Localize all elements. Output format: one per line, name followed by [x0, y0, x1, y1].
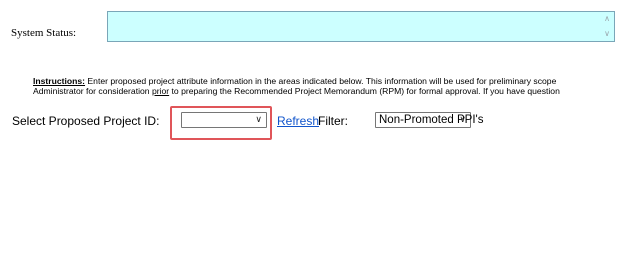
scroll-down-arrow-icon[interactable]: ∨	[602, 29, 612, 39]
filter-label: Filter:	[318, 114, 348, 128]
instructions-line-2: Administrator for consideration prior to…	[33, 85, 623, 97]
instructions-line-2-start: Administrator for consideration	[33, 85, 152, 96]
system-status-textarea[interactable]: ∧ ∨	[107, 11, 615, 42]
instructions-prior: prior	[151, 85, 170, 96]
filter-selected-value: Non-Promoted PPI's	[379, 114, 484, 126]
system-status-label: System Status:	[11, 27, 77, 39]
project-id-select[interactable]: ∨	[181, 112, 267, 128]
instructions-heading: Instructions:	[33, 76, 86, 86]
chevron-down-icon: ∨	[459, 115, 466, 125]
chevron-down-icon: ∨	[255, 115, 262, 125]
instructions-text: Instructions: Enter proposed project att…	[33, 76, 623, 97]
status-scrollbar[interactable]: ∧ ∨	[600, 12, 614, 41]
select-project-id-label: Select Proposed Project ID:	[12, 114, 160, 128]
instructions-line-2-end: to preparing the Recommended Project Mem…	[169, 85, 560, 96]
filter-select[interactable]: Non-Promoted PPI's ∨	[375, 112, 483, 128]
instructions-line-1-text: Enter proposed project attribute informa…	[85, 76, 557, 86]
refresh-link[interactable]: Refresh	[277, 114, 319, 128]
scroll-up-arrow-icon[interactable]: ∧	[602, 14, 612, 24]
